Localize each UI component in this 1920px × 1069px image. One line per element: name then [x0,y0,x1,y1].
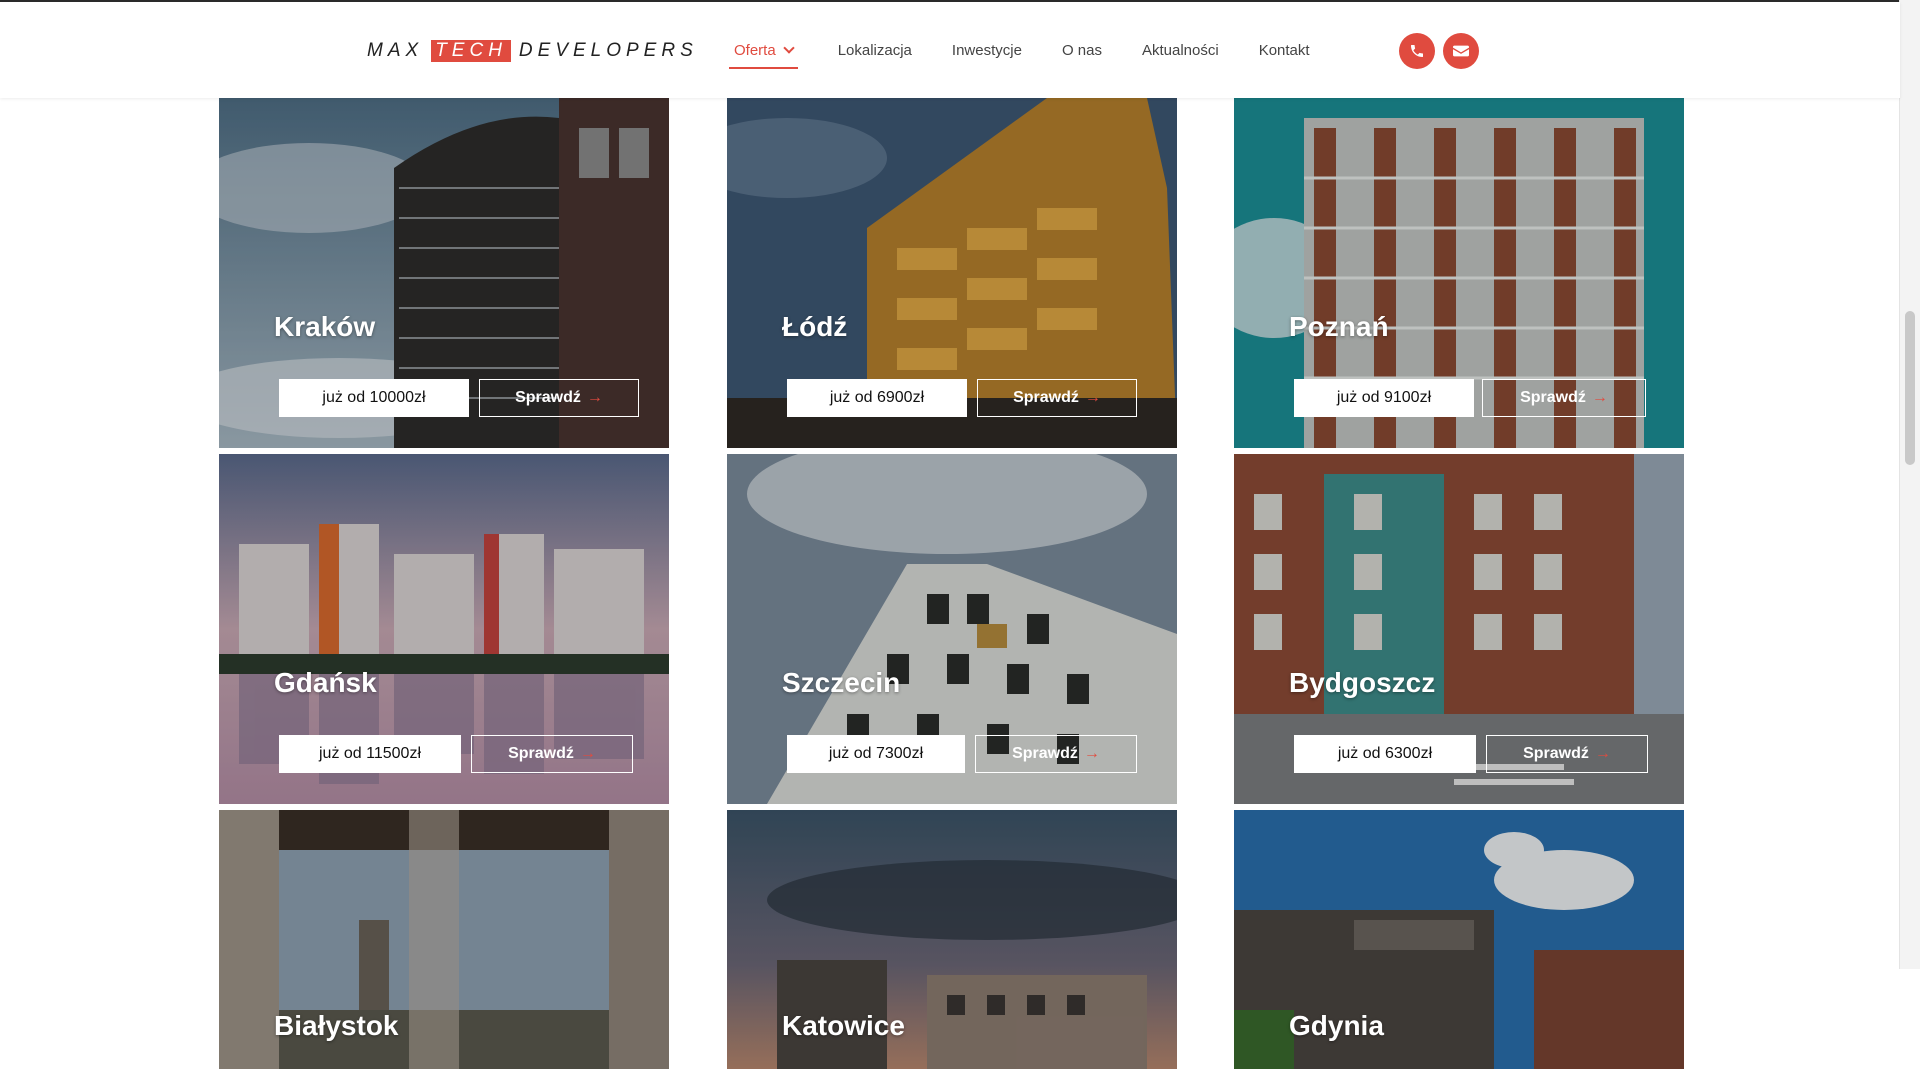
location-card-szczecin[interactable]: Szczecin już od 7300zł Sprawdź → [727,454,1177,804]
site-logo[interactable]: MAX TECH DEVELOPERS [367,38,698,64]
arrow-right-icon: → [579,745,596,762]
nav-item-lokalizacja[interactable]: Lokalizacja [838,35,912,65]
city-name: Bydgoszcz [1289,667,1436,698]
price-label: już od 7300zł [787,735,965,773]
price-label: już od 10000zł [279,379,469,417]
check-button[interactable]: Sprawdź → [471,735,633,773]
arrow-right-icon: → [1594,745,1611,762]
city-name: Łódź [782,311,848,342]
check-button-label: Sprawdź [1523,745,1589,762]
logo-text-tech: TECH [431,40,511,62]
location-card-krakow[interactable]: Kraków już od 10000zł Sprawdź → [219,98,669,448]
check-button[interactable]: Sprawdź → [479,379,639,417]
chevron-down-icon [783,42,795,54]
arrow-right-icon: → [586,389,603,406]
arrow-right-icon: → [1083,745,1100,762]
location-card-bydgoszcz[interactable]: Bydgoszcz już od 6300zł Sprawdź → [1234,454,1684,804]
check-button-label: Sprawdź [515,389,581,406]
city-name: Białystok [274,1010,399,1041]
check-button[interactable]: Sprawdź → [975,735,1137,773]
location-card-bialystok[interactable]: Białystok [219,810,669,1069]
check-button-label: Sprawdź [1013,389,1079,406]
email-button[interactable] [1443,33,1479,69]
nav-item-oferta[interactable]: Oferta [729,35,798,69]
envelope-icon [1453,45,1469,57]
nav-item-o-nas[interactable]: O nas [1062,35,1102,65]
page-scrollbar[interactable] [1899,0,1920,969]
location-card-katowice[interactable]: Katowice [727,810,1177,1069]
city-name: Szczecin [782,667,901,698]
logo-text-max: MAX [367,40,424,61]
price-label: już od 9100zł [1294,379,1474,417]
logo-text-developers: DEVELOPERS [518,40,698,61]
nav-item-label: Kontakt [1258,41,1310,59]
city-name: Poznań [1289,311,1389,342]
phone-icon [1411,45,1423,57]
nav-item-label: O nas [1061,41,1102,59]
nav-item-label: Aktualności [1141,41,1219,59]
check-button[interactable]: Sprawdź → [1486,735,1648,773]
nav-item-label: Lokalizacja [837,41,912,59]
city-name: Gdańsk [274,667,377,698]
city-name: Kraków [274,311,376,342]
location-card-poznan[interactable]: Poznań już od 9100zł Sprawdź → [1234,98,1684,448]
price-label: już od 6900zł [787,379,967,417]
site-header: MAX TECH DEVELOPERS Oferta Lokalizacja I… [0,2,1900,98]
phone-button[interactable] [1399,33,1435,69]
price-label: już od 6300zł [1294,735,1476,773]
price-label: już od 11500zł [279,735,461,773]
nav-item-label: Oferta [734,41,776,59]
location-card-lodz[interactable]: Łódź już od 6900zł Sprawdź → [727,98,1177,448]
check-button-label: Sprawdź [1520,389,1586,406]
arrow-right-icon: → [1084,389,1101,406]
scrollbar-thumb[interactable] [1905,311,1915,465]
check-button-label: Sprawdź [508,745,574,762]
location-card-gdansk[interactable]: Gdańsk już od 11500zł Sprawdź → [219,454,669,804]
nav-item-kontakt[interactable]: Kontakt [1259,35,1310,65]
nav-item-label: Inwestycje [951,41,1022,59]
check-button[interactable]: Sprawdź → [1482,379,1646,417]
main-nav: Oferta Lokalizacja Inwestycje O nas Aktu… [729,2,1350,98]
location-card-gdynia[interactable]: Gdynia [1234,810,1684,1069]
nav-item-aktualnosci[interactable]: Aktualności [1142,35,1219,65]
nav-item-inwestycje[interactable]: Inwestycje [952,35,1022,65]
check-button[interactable]: Sprawdź → [977,379,1137,417]
check-button-label: Sprawdź [1012,745,1078,762]
arrow-right-icon: → [1591,389,1608,406]
city-name: Katowice [782,1010,905,1041]
city-name: Gdynia [1289,1010,1384,1041]
